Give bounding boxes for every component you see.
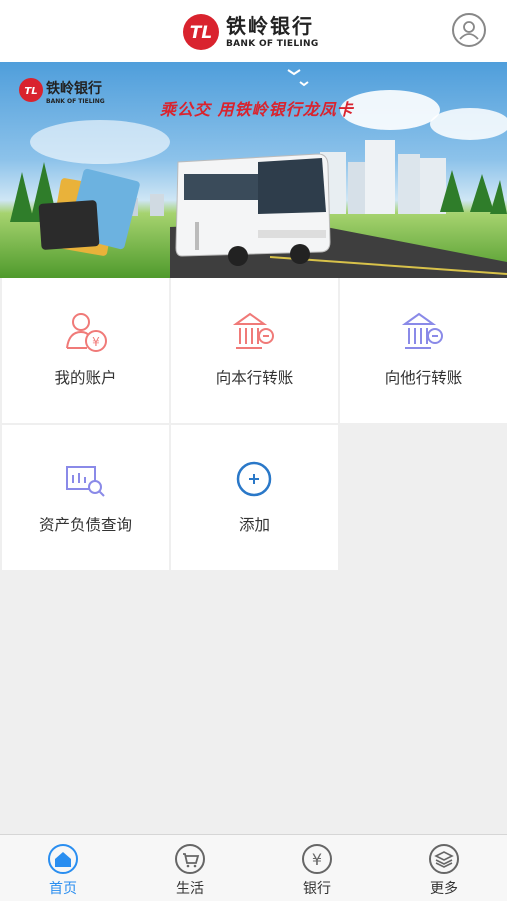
bank-logo: TL 铁岭银行 BANK OF TIELING — [182, 13, 319, 51]
tab-more-label: 更多 — [430, 881, 458, 897]
asset-query-tile[interactable]: 资产负债查询 — [2, 425, 169, 570]
yen-icon: ¥ — [302, 844, 332, 874]
logo-chinese-name: 铁岭银行 — [226, 13, 314, 38]
tab-life-label: 生活 — [176, 881, 204, 897]
user-icon — [459, 21, 479, 40]
tab-more[interactable]: 更多 — [381, 835, 507, 901]
add-function-tile[interactable]: 添加 — [171, 425, 338, 570]
banner-slogan: 乘公交 用铁岭银行龙凤卡 — [160, 100, 354, 119]
user-profile-button[interactable] — [452, 13, 486, 47]
inter-bank-transfer-label: 向他行转账 — [384, 369, 463, 387]
home-icon — [48, 844, 78, 874]
tab-life[interactable]: 生活 — [127, 835, 253, 901]
intra-bank-transfer-label: 向本行转账 — [215, 369, 294, 387]
other-bank-transfer-icon — [401, 312, 443, 349]
my-account-tile[interactable]: ¥ 我的账户 — [2, 278, 169, 423]
banner-logo-english: BANK OF TIELING — [46, 98, 105, 105]
bank-transfer-icon — [232, 312, 274, 349]
cart-icon — [175, 844, 205, 874]
banner-logo-chinese: 铁岭银行 — [46, 81, 102, 97]
add-icon — [236, 461, 272, 497]
add-function-label: 添加 — [238, 516, 270, 534]
svg-text:¥: ¥ — [92, 335, 100, 349]
intra-bank-transfer-tile[interactable]: 向本行转账 — [171, 278, 338, 423]
svg-text:TL: TL — [190, 23, 212, 43]
app-header: TL 铁岭银行 BANK OF TIELING — [0, 0, 507, 63]
bank-logo-icon: TL — [183, 14, 219, 50]
my-account-label: 我的账户 — [54, 369, 117, 387]
tab-bank-label: 银行 — [303, 881, 331, 897]
banner-logo: 铁岭银行 BANK OF TIELING — [46, 78, 105, 105]
asset-query-icon — [66, 466, 105, 497]
tab-home[interactable]: 首页 — [0, 835, 126, 901]
tab-bank[interactable]: ¥ 银行 — [254, 835, 380, 901]
asset-query-label: 资产负债查询 — [38, 516, 132, 534]
svg-text:¥: ¥ — [312, 850, 322, 869]
bottom-tab-bar: 首页 生活 ¥ 银行 更多 — [0, 834, 507, 901]
layers-icon — [429, 844, 459, 874]
user-yen-icon: ¥ — [66, 313, 107, 352]
promo-banner[interactable]: TL 铁岭银行 BANK OF TIELING 乘公交 用铁岭银行龙凤卡 — [0, 62, 507, 278]
inter-bank-transfer-tile[interactable]: 向他行转账 — [340, 278, 507, 423]
svg-text:TL: TL — [24, 86, 37, 97]
logo-english-name: BANK OF TIELING — [226, 38, 319, 49]
tab-home-label: 首页 — [49, 881, 77, 897]
